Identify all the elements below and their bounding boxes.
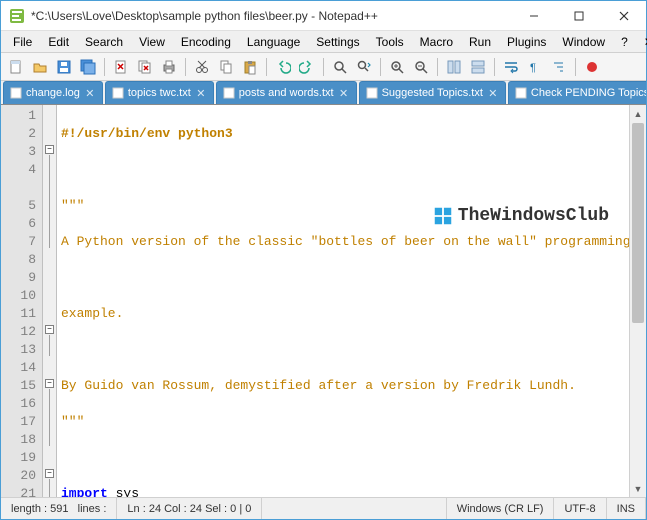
- macro-record-button[interactable]: [581, 56, 603, 78]
- tab-change-log[interactable]: change.log ✕: [3, 81, 103, 104]
- line-gutter: 1234 5678910111213141516171819202122: [1, 105, 43, 497]
- find-button[interactable]: [329, 56, 351, 78]
- zoom-in-button[interactable]: [386, 56, 408, 78]
- menu-search[interactable]: Search: [77, 33, 131, 51]
- tab-close-icon[interactable]: ✕: [487, 87, 499, 99]
- window-title: *C:\Users\Love\Desktop\sample python fil…: [31, 9, 511, 23]
- status-position: Ln : 24 Col : 24 Sel : 0 | 0: [117, 498, 262, 519]
- menu-macro[interactable]: Macro: [412, 33, 461, 51]
- editor[interactable]: 1234 5678910111213141516171819202122 − −…: [1, 105, 646, 497]
- replace-button[interactable]: [353, 56, 375, 78]
- svg-text:¶: ¶: [530, 62, 536, 74]
- menu-help[interactable]: ?: [613, 33, 636, 51]
- close-all-button[interactable]: [134, 56, 156, 78]
- copy-button[interactable]: [215, 56, 237, 78]
- close-file-button[interactable]: [110, 56, 132, 78]
- sync-h-button[interactable]: [467, 56, 489, 78]
- tab-label: change.log: [26, 87, 80, 99]
- menu-run[interactable]: Run: [461, 33, 499, 51]
- file-icon: [112, 87, 124, 99]
- fold-toggle[interactable]: −: [45, 469, 54, 478]
- tab-close-icon[interactable]: ✕: [338, 87, 350, 99]
- new-file-button[interactable]: [5, 56, 27, 78]
- menu-close-x[interactable]: ✕: [636, 33, 647, 51]
- status-length: length : 591 lines :: [1, 498, 117, 519]
- file-icon: [223, 87, 235, 99]
- menubar: File Edit Search View Encoding Language …: [1, 31, 646, 53]
- scroll-up-icon[interactable]: ▲: [630, 105, 646, 122]
- undo-button[interactable]: [272, 56, 294, 78]
- titlebar: *C:\Users\Love\Desktop\sample python fil…: [1, 1, 646, 31]
- maximize-button[interactable]: [556, 1, 601, 30]
- close-button[interactable]: [601, 1, 646, 30]
- sync-v-button[interactable]: [443, 56, 465, 78]
- menu-encoding[interactable]: Encoding: [173, 33, 239, 51]
- menu-tools[interactable]: Tools: [368, 33, 412, 51]
- scrollbar-thumb[interactable]: [632, 123, 644, 323]
- tab-label: topics twc.txt: [128, 87, 191, 99]
- show-all-chars-button[interactable]: ¶: [524, 56, 546, 78]
- fold-toggle[interactable]: −: [45, 325, 54, 334]
- tab-label: Suggested Topics.txt: [382, 87, 483, 99]
- menu-settings[interactable]: Settings: [308, 33, 367, 51]
- paste-button[interactable]: [239, 56, 261, 78]
- file-icon: [366, 87, 378, 99]
- cut-button[interactable]: [191, 56, 213, 78]
- tab-posts-words[interactable]: posts and words.txt ✕: [216, 81, 357, 104]
- vertical-scrollbar[interactable]: ▲ ▼: [629, 105, 646, 497]
- tab-suggested[interactable]: Suggested Topics.txt ✕: [359, 81, 506, 104]
- tab-label: posts and words.txt: [239, 87, 334, 99]
- tab-close-icon[interactable]: ✕: [195, 87, 207, 99]
- fold-toggle[interactable]: −: [45, 145, 54, 154]
- menu-view[interactable]: View: [131, 33, 173, 51]
- status-mode[interactable]: INS: [607, 498, 646, 519]
- code-area[interactable]: #!/usr/bin/env python3 """ A Python vers…: [57, 105, 629, 497]
- redo-button[interactable]: [296, 56, 318, 78]
- app-icon: [9, 8, 25, 24]
- zoom-out-button[interactable]: [410, 56, 432, 78]
- status-eol[interactable]: Windows (CR LF): [447, 498, 555, 519]
- fold-gutter: − − − −: [43, 105, 57, 497]
- menu-window[interactable]: Window: [554, 33, 613, 51]
- tabbar: change.log ✕ topics twc.txt ✕ posts and …: [1, 81, 646, 105]
- menu-plugins[interactable]: Plugins: [499, 33, 554, 51]
- tab-close-icon[interactable]: ✕: [84, 87, 96, 99]
- toolbar: ¶: [1, 53, 646, 81]
- save-button[interactable]: [53, 56, 75, 78]
- status-encoding[interactable]: UTF-8: [554, 498, 606, 519]
- open-file-button[interactable]: [29, 56, 51, 78]
- indent-guide-button[interactable]: [548, 56, 570, 78]
- fold-toggle[interactable]: −: [45, 379, 54, 388]
- print-button[interactable]: [158, 56, 180, 78]
- minimize-button[interactable]: [511, 1, 556, 30]
- menu-file[interactable]: File: [5, 33, 40, 51]
- tab-pending[interactable]: Check PENDING Topics E: [508, 81, 646, 104]
- wordwrap-button[interactable]: [500, 56, 522, 78]
- file-icon: [515, 87, 527, 99]
- statusbar: length : 591 lines : Ln : 24 Col : 24 Se…: [1, 497, 646, 519]
- file-icon: [10, 87, 22, 99]
- menu-edit[interactable]: Edit: [40, 33, 77, 51]
- save-all-button[interactable]: [77, 56, 99, 78]
- tab-label: Check PENDING Topics E: [531, 87, 646, 99]
- scroll-down-icon[interactable]: ▼: [630, 480, 646, 497]
- menu-language[interactable]: Language: [239, 33, 308, 51]
- tab-topics-twc[interactable]: topics twc.txt ✕: [105, 81, 214, 104]
